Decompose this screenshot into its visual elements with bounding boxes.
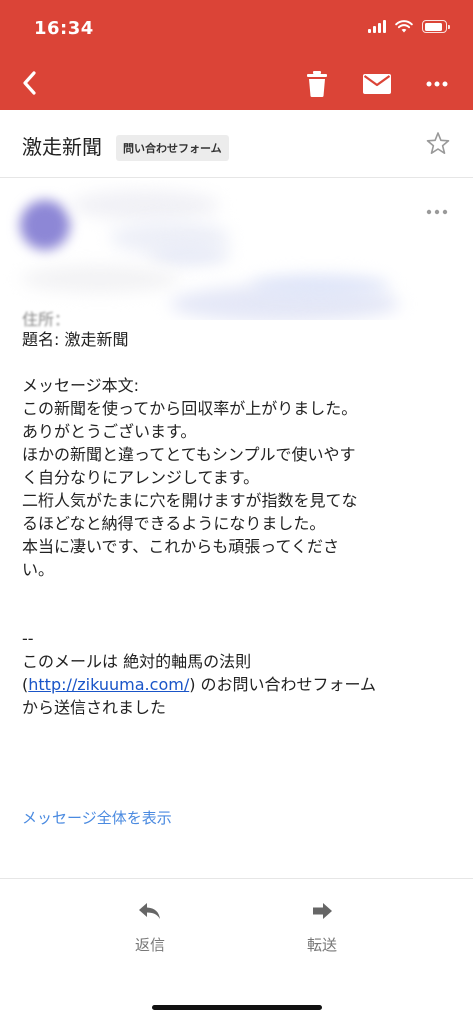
cellular-signal-icon	[368, 20, 386, 33]
body-line: るほどなと納得できるようになりました。	[22, 514, 326, 533]
status-time: 16:34	[34, 18, 94, 39]
message-more-icon[interactable]	[424, 202, 450, 222]
blurred-region	[20, 265, 180, 293]
envelope-icon[interactable]	[362, 72, 392, 96]
forward-button[interactable]: 転送	[290, 900, 354, 970]
signature-separator: --	[22, 629, 34, 648]
body-line: く自分なりにアレンジしてます。	[22, 468, 260, 487]
blurred-region	[150, 245, 230, 265]
signature-line: (http://zikuuma.com/) のお問い合わせフォーム	[22, 673, 462, 696]
reply-icon	[139, 903, 160, 919]
blurred-region	[70, 190, 220, 220]
divider	[0, 878, 473, 879]
forward-label: 転送	[306, 936, 337, 954]
email-subject: 激走新聞	[22, 135, 102, 159]
trash-icon[interactable]	[304, 70, 330, 98]
wifi-icon	[395, 20, 413, 33]
body-line: ありがとうございます。	[22, 422, 197, 441]
website-link[interactable]: http://zikuuma.com/	[28, 675, 189, 694]
partial-line: 住所：	[22, 310, 71, 329]
home-indicator[interactable]	[152, 1005, 322, 1010]
chevron-left-icon[interactable]	[16, 68, 46, 98]
blurred-sender-area	[0, 180, 473, 320]
forward-icon	[313, 903, 332, 919]
signature-line: から送信されました	[22, 698, 167, 717]
body-heading: メッセージ本文:	[22, 376, 140, 395]
show-full-message-link[interactable]: メッセージ全体を表示	[22, 807, 172, 828]
reply-button[interactable]: 返信	[118, 900, 182, 970]
message-body: 住所： 題名: 激走新聞 メッセージ本文: この新聞を使ってから回収率が上がりま…	[22, 310, 462, 719]
status-icons	[368, 20, 450, 33]
blurred-region	[250, 275, 390, 297]
signature-text: ) のお問い合わせフォーム	[189, 675, 377, 694]
subject-line: 題名: 激走新聞	[22, 330, 129, 349]
signature-line: このメールは 絶対的軸馬の法則	[22, 652, 252, 671]
battery-level	[424, 22, 442, 31]
body-line: い。	[22, 560, 55, 579]
app-header: 16:34	[0, 0, 473, 110]
subject-row: 激走新聞 問い合わせフォーム	[0, 110, 473, 178]
body-line: ほかの新聞と違ってとてもシンプルで使いやす	[22, 445, 356, 464]
avatar[interactable]	[20, 200, 70, 250]
star-icon[interactable]	[424, 130, 452, 158]
action-toolbar	[0, 62, 473, 106]
body-line: 二桁人気がたまに穴を開けますが指数を見てな	[22, 491, 358, 510]
label-chip[interactable]: 問い合わせフォーム	[116, 135, 229, 161]
more-horizontal-icon[interactable]	[424, 72, 450, 96]
body-line: この新聞を使ってから回収率が上がりました。	[22, 399, 358, 418]
battery-icon	[422, 20, 450, 33]
reply-label: 返信	[134, 936, 165, 954]
body-line: 本当に凄いです、これからも頑張ってくださ	[22, 537, 339, 556]
